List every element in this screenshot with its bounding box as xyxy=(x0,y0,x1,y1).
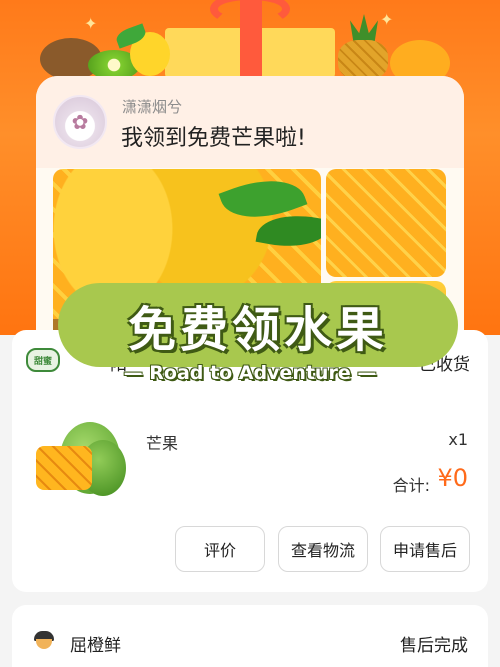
overlay-subtitle: — Road to Adventure — xyxy=(123,362,377,384)
overlay-title: 免费领水果 xyxy=(127,302,388,358)
view-logistics-button[interactable]: 查看物流 xyxy=(278,526,368,572)
gift-bow xyxy=(210,0,290,26)
review-button[interactable]: 评价 xyxy=(175,526,265,572)
order-card[interactable]: 屈橙鲜 售后完成 xyxy=(12,605,488,667)
store-avatar-icon xyxy=(32,631,56,651)
order-status: 售后完成 xyxy=(400,636,468,656)
face-shape xyxy=(36,639,52,649)
overlay-title-pill: 免费领水果 xyxy=(58,283,458,367)
sparkle-icon: ✦ xyxy=(380,10,394,29)
request-after-sale-button[interactable]: 申请售后 xyxy=(380,526,470,572)
avatar: ✿ xyxy=(53,95,107,149)
mango-photo-cut xyxy=(326,169,446,277)
sparkle-icon: ✦ xyxy=(84,14,98,33)
username: 潇潇烟兮 xyxy=(122,98,183,116)
product-quantity: x1 xyxy=(448,430,468,449)
total-label: 合计: xyxy=(392,476,430,495)
pineapple-illustration xyxy=(338,40,388,80)
share-message: 我领到免费芒果啦! xyxy=(121,126,306,151)
product-image[interactable] xyxy=(30,420,126,504)
store-name[interactable]: 屈橙鲜 xyxy=(70,631,121,656)
total-value: ¥0 xyxy=(437,464,468,492)
mango-cut-shape xyxy=(36,446,92,490)
product-name[interactable]: 芒果 xyxy=(146,430,178,454)
